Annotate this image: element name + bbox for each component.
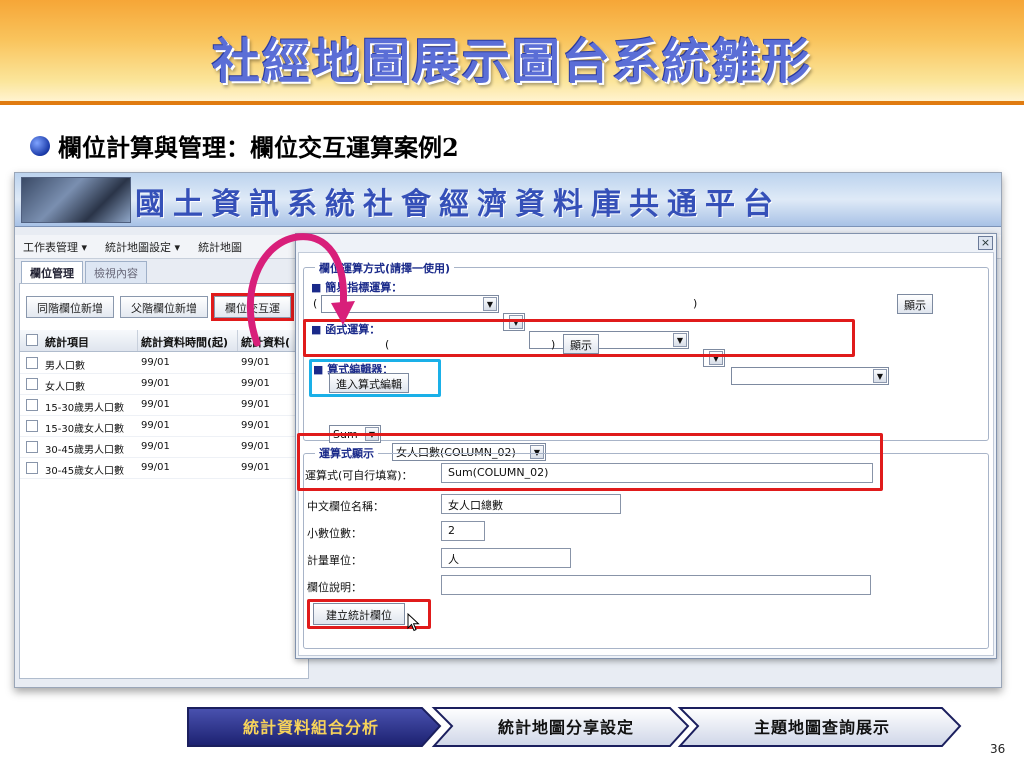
slide-heading: 欄位計算與管理：欄位交互運算案例2 (58, 133, 459, 162)
func-paren-close: ) (551, 338, 556, 351)
banner-image (21, 177, 131, 223)
row-item: 15-30歲男人口數 (45, 403, 125, 414)
row-item: 男人口數 (45, 361, 85, 372)
row-checkbox[interactable] (26, 378, 38, 390)
app-banner: 國土資訊系統社會經濟資料庫共通平台 (15, 173, 1001, 227)
tab-strip: 欄位管理 檢視內容 (21, 261, 149, 283)
row-checkbox[interactable] (26, 420, 38, 432)
row-start: 99/01 (141, 420, 170, 431)
description-label: 欄位說明： (307, 581, 362, 594)
row-item: 15-30歲女人口數 (45, 424, 125, 435)
chinese-name-input[interactable]: 女人口總數 (441, 494, 621, 514)
row-start: 99/01 (141, 441, 170, 452)
paren-close: ) (693, 297, 698, 310)
row-checkbox[interactable] (26, 441, 38, 453)
decimal-label: 小數位數： (307, 527, 362, 540)
expression-legend: 運算式顯示 (315, 445, 378, 461)
unit-label: 計量單位： (307, 554, 362, 567)
tab-view-content[interactable]: 檢視內容 (85, 261, 147, 283)
menu-worksheet[interactable]: 工作表管理 ▾ (23, 239, 87, 255)
row-start: 99/01 (141, 462, 170, 473)
simple-field3-select[interactable]: ▼ (731, 367, 889, 385)
row-item: 女人口數 (45, 382, 85, 393)
enter-formula-editor-button[interactable]: 進入算式編輯 (329, 373, 409, 393)
row-item: 30-45歲女人口數 (45, 466, 125, 477)
row-checkbox[interactable] (26, 357, 38, 369)
table-row[interactable]: 15-30歲男人口數 99/01 99/01 (20, 395, 308, 416)
heading-row: 欄位計算與管理：欄位交互運算案例2 (30, 128, 459, 163)
expression-input[interactable]: Sum(COLUMN_02) (441, 463, 873, 483)
function-show-button[interactable]: 顯示 (563, 334, 599, 354)
func-paren-open: ( (385, 338, 390, 351)
row-item: 30-45歲男人口數 (45, 445, 125, 456)
app-title: 國土資訊系統社會經濟資料庫共通平台 (135, 187, 781, 222)
chevron-down-icon: ▼ (873, 369, 887, 383)
table-row[interactable]: 15-30歲女人口數 99/01 99/01 (20, 416, 308, 437)
step-combine-analysis: 統計資料組合分析 (242, 718, 379, 737)
bullet-icon (30, 135, 50, 156)
step-theme-map-query: 主題地圖查詢展示 (753, 718, 890, 737)
tab-field-management[interactable]: 欄位管理 (21, 261, 83, 283)
table-row[interactable]: 女人口數 99/01 99/01 (20, 374, 308, 395)
table-row[interactable]: 30-45歲女人口數 99/01 99/01 (20, 458, 308, 479)
curved-arrow-icon (246, 233, 355, 347)
row-start: 99/01 (141, 357, 170, 368)
footer-process: 統計資料組合分析 統計地圖分享設定 主題地圖查詢展示 (186, 706, 956, 746)
page-number: 36 (990, 742, 1006, 756)
dialog-body: 欄位運算方式(請擇一使用) ■ 簡易指標運算： ( ▼ ▼ ▼ ) ▼ ▼ 顯示… (297, 252, 994, 656)
close-icon[interactable]: × (978, 236, 993, 250)
row-start: 99/01 (141, 378, 170, 389)
row-checkbox[interactable] (26, 399, 38, 411)
cursor-icon (407, 613, 420, 632)
row-start: 99/01 (141, 399, 170, 410)
table-row[interactable]: 30-45歲男人口數 99/01 99/01 (20, 437, 308, 458)
add-parent-field-button[interactable]: 父階欄位新增 (120, 296, 208, 318)
expression-label: 運算式(可自行填寫)： (305, 469, 413, 482)
row-checkbox[interactable] (26, 462, 38, 474)
chinese-name-label: 中文欄位名稱： (307, 500, 384, 513)
app-screenshot: 國土資訊系統社會經濟資料庫共通平台 工作表管理 ▾ 統計地圖設定 ▾ 統計地圖 … (14, 172, 1002, 688)
select-all-checkbox[interactable] (26, 334, 38, 346)
col-start[interactable]: 統計資料時間(起) (138, 330, 238, 351)
simple-show-button[interactable]: 顯示 (897, 294, 933, 314)
step-share-settings: 統計地圖分享設定 (497, 718, 634, 737)
description-input[interactable] (441, 575, 871, 595)
field-calc-dialog: × 欄位運算方式(請擇一使用) ■ 簡易指標運算： ( ▼ ▼ ▼ ) ▼ ▼ … (295, 233, 997, 659)
slide-title: 社經地圖展示圖台系統雛形 (211, 34, 812, 90)
chevron-down-icon: ▼ (483, 297, 497, 311)
create-field-button[interactable]: 建立統計欄位 (313, 603, 405, 625)
menu-map-settings[interactable]: 統計地圖設定 ▾ (105, 239, 180, 255)
decimal-input[interactable]: 2 (441, 521, 485, 541)
unit-input[interactable]: 人 (441, 548, 571, 568)
col-item[interactable]: 統計項目 (42, 330, 138, 351)
table-row[interactable]: 男人口數 99/01 99/01 (20, 353, 308, 374)
add-sibling-field-button[interactable]: 同階欄位新增 (26, 296, 114, 318)
